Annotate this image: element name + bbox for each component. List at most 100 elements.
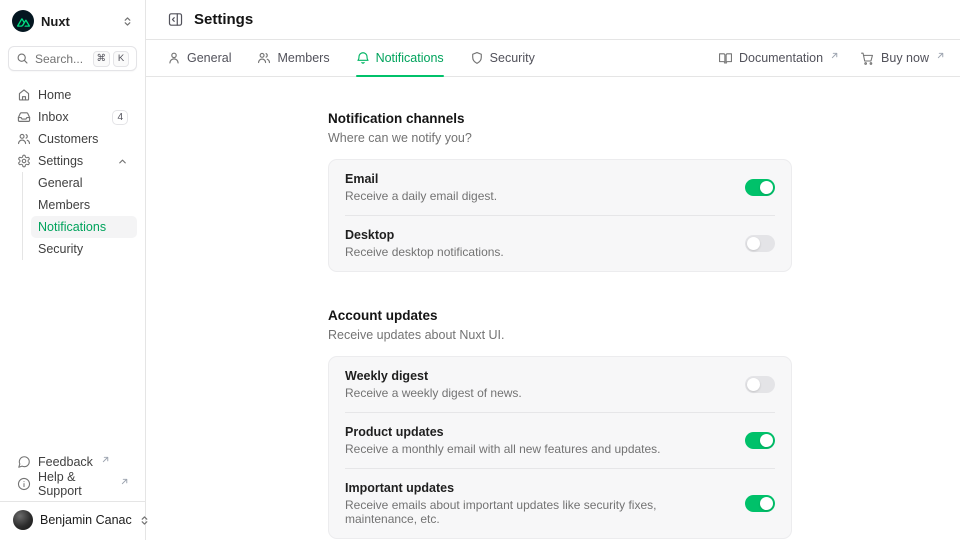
desktop-toggle[interactable] [745,235,775,252]
sidebar-item-home[interactable]: Home [8,84,137,106]
notification-channels-card: Email Receive a daily email digest. Desk… [328,159,792,272]
toggle-knob [747,378,760,391]
inbox-count-badge: 4 [112,110,128,125]
tab-label: Members [277,51,329,65]
page-header: Settings [146,0,960,40]
setting-row-desktop: Desktop Receive desktop notifications. [329,216,791,271]
action-label: Buy now [881,51,929,65]
search-shortcut: ⌘ K [93,51,130,67]
setting-label: Desktop [345,228,721,242]
sidebar-spacer [8,260,137,451]
external-link-icon [102,456,109,463]
home-icon [17,88,31,102]
toggle-knob [747,237,760,250]
chevron-up-icon [117,156,128,167]
page-title: Settings [194,11,253,28]
setting-row-product-updates: Product updates Receive a monthly email … [329,413,791,468]
setting-row-weekly-digest: Weekly digest Receive a weekly digest of… [329,357,791,412]
toggle-knob [760,497,773,510]
panel-left-close-icon[interactable] [167,11,184,28]
sidebar-item-inbox[interactable]: Inbox 4 [8,106,137,128]
bell-icon [356,51,370,65]
toggle-knob [760,434,773,447]
avatar [13,510,33,530]
shield-icon [470,51,484,65]
sidebar-item-general[interactable]: General [31,172,137,194]
main-panel: Settings General Members [146,0,960,540]
sidebar-item-settings[interactable]: Settings [8,150,137,172]
info-circle-icon [17,477,31,491]
sidebar-footer-nav: Feedback Help & Support [8,451,137,495]
user-icon [167,51,181,65]
setting-description: Receive desktop notifications. [345,245,721,259]
setting-label: Email [345,172,721,186]
user-name: Benjamin Canac [40,513,132,527]
sidebar-item-label: Customers [38,132,98,146]
workspace-name: Nuxt [41,14,70,29]
sidebar-item-help-support[interactable]: Help & Support [8,473,137,495]
setting-description: Receive a monthly email with all new fea… [345,442,721,456]
tab-general[interactable]: General [167,40,231,76]
chevrons-up-down-icon [122,16,133,27]
settings-tabs: General Members Notifications [146,40,960,77]
documentation-link[interactable]: Documentation [718,51,838,66]
settings-content: Notification channels Where can we notif… [146,77,960,540]
sidebar-item-label: Members [38,198,90,212]
gear-icon [17,154,31,168]
tab-label: General [187,51,231,65]
sidebar-item-label: Notifications [38,220,106,234]
toggle-knob [760,181,773,194]
section-title: Account updates [328,308,792,323]
tab-members[interactable]: Members [257,40,329,76]
setting-label: Product updates [345,425,721,439]
external-link-icon [831,52,838,59]
sidebar-item-label: Feedback [38,455,93,469]
setting-description: Receive a daily email digest. [345,189,721,203]
sidebar-item-label: Security [38,242,83,256]
external-link-icon [121,478,128,485]
sidebar-item-label: Settings [38,154,83,168]
inbox-icon [17,110,31,124]
account-updates-card: Weekly digest Receive a weekly digest of… [328,356,792,539]
user-menu[interactable]: Benjamin Canac [8,502,137,532]
sidebar: Nuxt Search... ⌘ K Home [0,0,146,540]
weekly-digest-toggle[interactable] [745,376,775,393]
setting-description: Receive a weekly digest of news. [345,386,721,400]
section-description: Where can we notify you? [328,131,792,145]
chat-bubble-icon [17,455,31,469]
tab-notifications[interactable]: Notifications [356,40,444,76]
sidebar-item-notifications[interactable]: Notifications [31,216,137,238]
book-open-icon [718,51,733,66]
sidebar-item-label: Help & Support [38,470,112,498]
setting-row-important-updates: Important updates Receive emails about i… [329,469,791,538]
important-updates-toggle[interactable] [745,495,775,512]
action-label: Documentation [739,51,823,65]
account-updates-section: Account updates Receive updates about Nu… [328,308,792,539]
app-window: Nuxt Search... ⌘ K Home [0,0,960,540]
buy-now-link[interactable]: Buy now [860,51,944,66]
section-title: Notification channels [328,111,792,126]
sidebar-item-customers[interactable]: Customers [8,128,137,150]
search-placeholder: Search... [35,52,83,66]
kbd-k: K [113,51,129,67]
users-icon [257,51,271,65]
email-toggle[interactable] [745,179,775,196]
product-updates-toggle[interactable] [745,432,775,449]
sidebar-item-security[interactable]: Security [31,238,137,260]
sidebar-item-label: Home [38,88,71,102]
section-description: Receive updates about Nuxt UI. [328,328,792,342]
setting-label: Important updates [345,481,721,495]
sidebar-item-label: General [38,176,82,190]
search-input[interactable]: Search... ⌘ K [8,46,137,71]
tab-label: Notifications [376,51,444,65]
sidebar-item-members[interactable]: Members [31,194,137,216]
nuxt-logo [12,10,34,32]
nuxt-logo-icon [17,16,30,27]
tab-security[interactable]: Security [470,40,535,76]
settings-subnav: General Members Notifications Security [22,172,137,260]
kbd-cmd: ⌘ [93,51,111,67]
workspace-switcher[interactable]: Nuxt [8,8,137,34]
cart-icon [860,51,875,66]
sidebar-nav: Home Inbox 4 Customers Settings [8,84,137,260]
users-icon [17,132,31,146]
